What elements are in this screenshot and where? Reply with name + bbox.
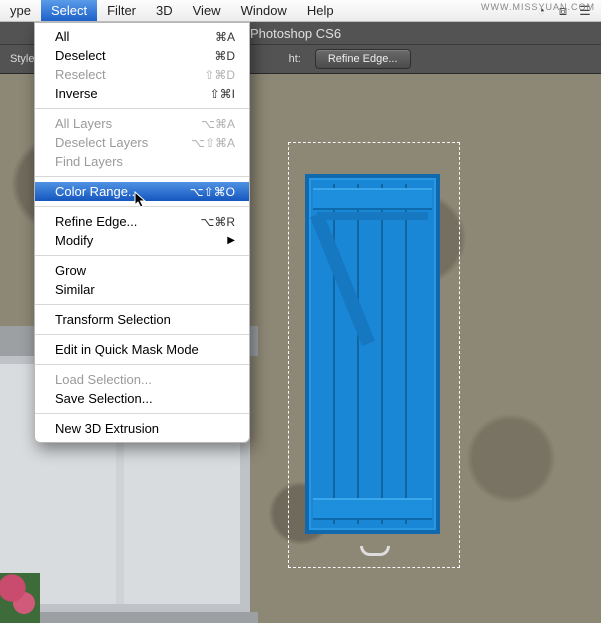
menu-item-label: Deselect [55, 48, 106, 63]
menu-item-color-range[interactable]: Color Range... ⌥⇧⌘O [35, 182, 249, 201]
menu-separator [35, 304, 249, 305]
menu-item-reselect: Reselect ⇧⌘D [35, 65, 249, 84]
watermark-text: WWW.MISSYUAN.COM [481, 2, 595, 12]
menu-item-label: Reselect [55, 67, 106, 82]
menu-item-shortcut: ⌘D [214, 49, 235, 63]
menu-item-label: Save Selection... [55, 391, 153, 406]
menu-item-deselect-layers: Deselect Layers ⌥⇧⌘A [35, 133, 249, 152]
menu-item-shortcut: ⌘A [215, 30, 235, 44]
menu-item-label: Similar [55, 282, 95, 297]
menu-item-find-layers: Find Layers [35, 152, 249, 171]
menu-item-refine-edge[interactable]: Refine Edge... ⌥⌘R [35, 212, 249, 231]
menu-item-label: Find Layers [55, 154, 123, 169]
menu-view[interactable]: View [183, 0, 231, 21]
menu-item-label: Edit in Quick Mask Mode [55, 342, 199, 357]
menu-item-shortcut: ⌥⌘A [201, 117, 235, 131]
menu-item-deselect[interactable]: Deselect ⌘D [35, 46, 249, 65]
menu-3d[interactable]: 3D [146, 0, 183, 21]
app-title: Photoshop CS6 [250, 22, 341, 44]
menu-item-similar[interactable]: Similar [35, 280, 249, 299]
menu-item-shortcut: ⌥⌘R [201, 215, 236, 229]
menu-item-shortcut: ⌥⇧⌘O [190, 185, 235, 199]
menu-item-label: New 3D Extrusion [55, 421, 159, 436]
flowers-graphic [0, 573, 40, 623]
menu-type[interactable]: ype [0, 0, 41, 21]
menu-item-shortcut: ⇧⌘D [204, 68, 235, 82]
menu-item-inverse[interactable]: Inverse ⇧⌘I [35, 84, 249, 103]
menu-item-grow[interactable]: Grow [35, 261, 249, 280]
menu-item-load-selection: Load Selection... [35, 370, 249, 389]
menu-separator [35, 413, 249, 414]
menu-item-transform-selection[interactable]: Transform Selection [35, 310, 249, 329]
menu-select[interactable]: Select [41, 0, 97, 21]
menu-separator [35, 176, 249, 177]
menu-item-label: Modify [55, 233, 93, 248]
menu-item-label: All Layers [55, 116, 112, 131]
refine-edge-button[interactable]: Refine Edge... [315, 49, 411, 69]
menu-item-shortcut: ⇧⌘I [210, 87, 235, 101]
menu-item-all-layers: All Layers ⌥⌘A [35, 114, 249, 133]
menu-item-edit-in-quick-mask-mode[interactable]: Edit in Quick Mask Mode [35, 340, 249, 359]
menu-separator [35, 255, 249, 256]
menu-separator [35, 364, 249, 365]
menu-item-save-selection[interactable]: Save Selection... [35, 389, 249, 408]
menu-item-label: Inverse [55, 86, 98, 101]
menu-separator [35, 108, 249, 109]
menu-item-shortcut: ⌥⇧⌘A [191, 136, 235, 150]
submenu-arrow-icon: ▶ [227, 235, 235, 246]
selection-marquee[interactable] [288, 142, 460, 568]
menu-item-all[interactable]: All ⌘A [35, 27, 249, 46]
menu-item-label: Refine Edge... [55, 214, 137, 229]
menu-item-label: All [55, 29, 69, 44]
menu-separator [35, 206, 249, 207]
menu-item-label: Color Range... [55, 184, 139, 199]
menu-item-label: Load Selection... [55, 372, 152, 387]
height-label: ht: [289, 53, 301, 65]
menu-help[interactable]: Help [297, 0, 344, 21]
menu-filter[interactable]: Filter [97, 0, 146, 21]
menu-item-label: Transform Selection [55, 312, 171, 327]
menu-item-modify[interactable]: Modify ▶ [35, 231, 249, 250]
menu-item-label: Grow [55, 263, 86, 278]
menu-window[interactable]: Window [231, 0, 297, 21]
menu-separator [35, 334, 249, 335]
menu-item-new-3d-extrusion[interactable]: New 3D Extrusion [35, 419, 249, 438]
menu-item-label: Deselect Layers [55, 135, 148, 150]
select-menu-dropdown: All ⌘A Deselect ⌘D Reselect ⇧⌘D Inverse ⇧⌘I All … [34, 22, 250, 443]
